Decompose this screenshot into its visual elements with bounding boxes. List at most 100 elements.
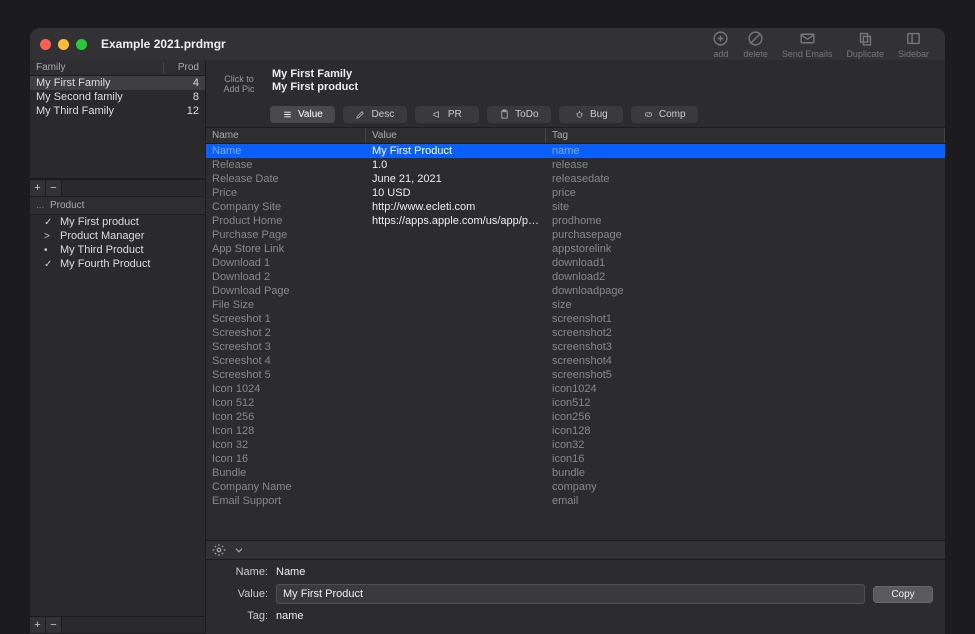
table-row[interactable]: Screeshot 4screenshot4 bbox=[206, 354, 945, 368]
table-row[interactable]: NameMy First Productname bbox=[206, 144, 945, 158]
minimize-icon[interactable] bbox=[58, 39, 69, 50]
add-pic-box[interactable]: Click toAdd Pic bbox=[216, 68, 262, 102]
table-row[interactable]: Bundlebundle bbox=[206, 466, 945, 480]
product-header-label[interactable]: Product bbox=[50, 200, 199, 211]
table-row[interactable]: Screeshot 2screenshot2 bbox=[206, 326, 945, 340]
cell-value bbox=[366, 298, 546, 312]
tab-value[interactable]: Value bbox=[270, 106, 335, 123]
product-header-dots[interactable]: ... bbox=[36, 200, 50, 211]
table-row[interactable]: Icon 32icon32 bbox=[206, 438, 945, 452]
zoom-icon[interactable] bbox=[76, 39, 87, 50]
cell-name: File Size bbox=[206, 298, 366, 312]
send-emails-button[interactable]: Send Emails bbox=[782, 30, 833, 59]
chevron-down-icon[interactable] bbox=[232, 543, 246, 557]
column-value[interactable]: Value bbox=[366, 128, 546, 143]
tab-bug[interactable]: Bug bbox=[559, 106, 623, 123]
column-name[interactable]: Name bbox=[206, 128, 366, 143]
product-add-button[interactable]: + bbox=[30, 617, 46, 633]
table-row[interactable]: Company Namecompany bbox=[206, 480, 945, 494]
cell-tag: name bbox=[546, 144, 945, 158]
cell-value bbox=[366, 312, 546, 326]
duplicate-icon bbox=[857, 30, 874, 47]
detail-editor: Name: Name Value: Copy Tag: name bbox=[206, 560, 945, 634]
table-row[interactable]: Screeshot 5screenshot5 bbox=[206, 368, 945, 382]
cell-value bbox=[366, 382, 546, 396]
header-family: My First Family bbox=[272, 68, 358, 80]
cell-name: Release bbox=[206, 158, 366, 172]
tab-desc[interactable]: Desc bbox=[343, 106, 407, 123]
table-row[interactable]: Download Pagedownloadpage bbox=[206, 284, 945, 298]
cell-value bbox=[366, 424, 546, 438]
duplicate-button[interactable]: Duplicate bbox=[846, 30, 884, 59]
family-row[interactable]: My Second family8 bbox=[30, 90, 205, 104]
table-row[interactable]: Release DateJune 21, 2021releasedate bbox=[206, 172, 945, 186]
table-row[interactable]: Purchase Pagepurchasepage bbox=[206, 228, 945, 242]
table-row[interactable]: Product Homehttps://apps.apple.com/us/ap… bbox=[206, 214, 945, 228]
cell-name: Icon 16 bbox=[206, 452, 366, 466]
family-remove-button[interactable]: − bbox=[46, 180, 62, 196]
copy-button[interactable]: Copy bbox=[873, 586, 933, 603]
table-row[interactable]: Download 2download2 bbox=[206, 270, 945, 284]
product-row[interactable]: ✓My First product bbox=[30, 215, 205, 229]
table-row[interactable]: File Sizesize bbox=[206, 298, 945, 312]
detail-tag-value: name bbox=[276, 610, 865, 622]
cell-tag: releasedate bbox=[546, 172, 945, 186]
table-row[interactable]: Icon 512icon512 bbox=[206, 396, 945, 410]
cell-name: Download 1 bbox=[206, 256, 366, 270]
cell-tag: screenshot1 bbox=[546, 312, 945, 326]
app-window: Example 2021.prdmgr add delete Send Emai… bbox=[30, 28, 945, 634]
table-row[interactable]: Release1.0release bbox=[206, 158, 945, 172]
cell-name: Icon 32 bbox=[206, 438, 366, 452]
table-row[interactable]: Icon 256icon256 bbox=[206, 410, 945, 424]
table-row[interactable]: Icon 128icon128 bbox=[206, 424, 945, 438]
detail-name-label: Name: bbox=[218, 566, 268, 578]
cell-tag: price bbox=[546, 186, 945, 200]
cell-tag: screenshot5 bbox=[546, 368, 945, 382]
sidebar-button[interactable]: Sidebar bbox=[898, 30, 929, 59]
sidebar-icon bbox=[905, 30, 922, 47]
megaphone-icon bbox=[432, 109, 443, 120]
table-row[interactable]: Screeshot 3screenshot3 bbox=[206, 340, 945, 354]
cell-value bbox=[366, 466, 546, 480]
cell-value: https://apps.apple.com/us/app/produ... bbox=[366, 214, 546, 228]
tab-todo[interactable]: ToDo bbox=[487, 106, 551, 123]
cell-tag: screenshot2 bbox=[546, 326, 945, 340]
family-header-count[interactable]: Prod bbox=[163, 62, 199, 73]
family-row[interactable]: My First Family4 bbox=[30, 76, 205, 90]
family-name: My Second family bbox=[36, 91, 163, 103]
column-tag[interactable]: Tag bbox=[546, 128, 945, 143]
product-row[interactable]: ✓My Fourth Product bbox=[30, 257, 205, 271]
tab-pr[interactable]: PR bbox=[415, 106, 479, 123]
product-remove-button[interactable]: − bbox=[46, 617, 62, 633]
gear-icon[interactable] bbox=[212, 543, 226, 557]
family-list: Family Prod My First Family4My Second fa… bbox=[30, 60, 205, 179]
cell-name: App Store Link bbox=[206, 242, 366, 256]
close-icon[interactable] bbox=[40, 39, 51, 50]
add-button[interactable]: add bbox=[712, 30, 729, 59]
product-row[interactable]: >Product Manager bbox=[30, 229, 205, 243]
table-row[interactable]: Price10 USDprice bbox=[206, 186, 945, 200]
family-row[interactable]: My Third Family12 bbox=[30, 104, 205, 118]
cell-name: Bundle bbox=[206, 466, 366, 480]
cell-name: Product Home bbox=[206, 214, 366, 228]
value-grid[interactable]: NameMy First ProductnameRelease1.0releas… bbox=[206, 144, 945, 540]
family-header-name[interactable]: Family bbox=[36, 62, 163, 73]
cell-value bbox=[366, 340, 546, 354]
cell-name: Screeshot 1 bbox=[206, 312, 366, 326]
detail-value-input[interactable] bbox=[276, 584, 865, 604]
family-add-button[interactable]: + bbox=[30, 180, 46, 196]
table-row[interactable]: Email Supportemail bbox=[206, 494, 945, 508]
prohibit-icon bbox=[747, 30, 764, 47]
table-row[interactable]: Screeshot 1 screenshot1 bbox=[206, 312, 945, 326]
table-row[interactable]: Icon 16icon16 bbox=[206, 452, 945, 466]
cell-name: Price bbox=[206, 186, 366, 200]
cell-name: Screeshot 4 bbox=[206, 354, 366, 368]
product-row[interactable]: •My Third Product bbox=[30, 243, 205, 257]
tab-comp[interactable]: Comp bbox=[631, 106, 698, 123]
table-row[interactable]: Download 1download1 bbox=[206, 256, 945, 270]
table-row[interactable]: Icon 1024icon1024 bbox=[206, 382, 945, 396]
table-row[interactable]: Company Sitehttp://www.ecleti.comsite bbox=[206, 200, 945, 214]
table-row[interactable]: App Store Linkappstorelink bbox=[206, 242, 945, 256]
cell-value: http://www.ecleti.com bbox=[366, 200, 546, 214]
delete-button[interactable]: delete bbox=[743, 30, 768, 59]
